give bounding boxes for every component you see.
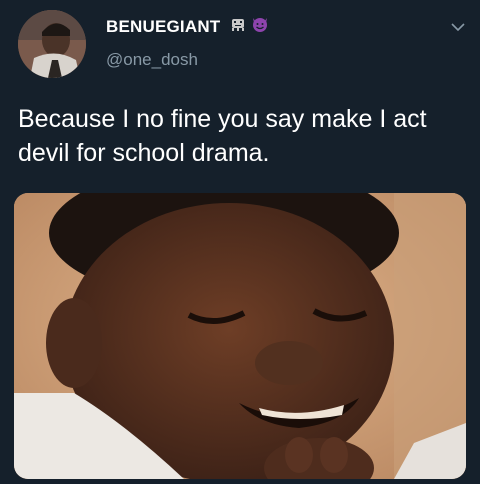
user-avatar[interactable] <box>18 10 86 78</box>
tweet-card[interactable]: BENUEGIANT @one_dosh Because I no fine y… <box>0 0 480 484</box>
user-handle[interactable]: @one_dosh <box>106 50 198 70</box>
name-badges <box>229 15 269 33</box>
avatar-photo <box>18 10 86 78</box>
smiling-devil-icon <box>253 18 267 32</box>
photo-laughing-boy <box>14 193 466 479</box>
alien-monster-icon <box>232 19 244 31</box>
display-name[interactable]: BENUEGIANT <box>106 17 220 37</box>
tweet-text: Because I no fine you say make I act dev… <box>18 105 427 167</box>
chevron-down-icon[interactable] <box>449 20 467 34</box>
tweet-media-photo[interactable] <box>14 193 466 479</box>
